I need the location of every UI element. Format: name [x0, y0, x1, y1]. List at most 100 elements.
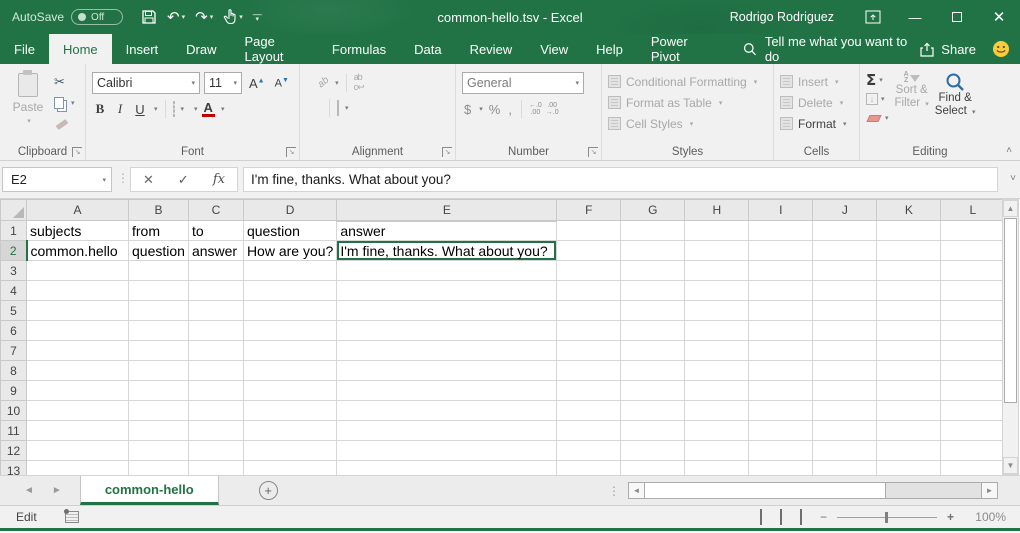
cell-D2[interactable]: How are you? — [243, 241, 336, 261]
row-header-8[interactable]: 8 — [1, 361, 27, 381]
tab-view[interactable]: View — [526, 34, 582, 64]
cell-F1[interactable] — [557, 221, 621, 241]
cell-C11[interactable] — [188, 421, 243, 441]
autosum-dropdown-icon[interactable]: ▾ — [879, 76, 883, 84]
font-name-dropdown-icon[interactable]: ▾ — [191, 79, 195, 87]
autosave-toggle[interactable]: AutoSave Off — [12, 9, 123, 25]
format-painter-button[interactable] — [54, 116, 75, 132]
cell-C9[interactable] — [188, 381, 243, 401]
cell-J13[interactable] — [813, 461, 877, 476]
cut-button[interactable]: ✂ — [54, 74, 75, 90]
clear-button[interactable]: ▾ — [866, 110, 889, 126]
cell-H4[interactable] — [685, 281, 749, 301]
cell-C7[interactable] — [188, 341, 243, 361]
row-header-7[interactable]: 7 — [1, 341, 27, 361]
cell-J7[interactable] — [813, 341, 877, 361]
borders-button[interactable] — [173, 102, 175, 116]
row-header-5[interactable]: 5 — [1, 301, 27, 321]
font-size-dropdown-icon[interactable]: ▾ — [233, 79, 237, 87]
delete-cells-button[interactable]: Delete▾ — [780, 94, 847, 111]
cell-G2[interactable] — [621, 241, 685, 261]
cell-L6[interactable] — [941, 321, 1005, 341]
accounting-dropdown-icon[interactable]: ▾ — [479, 105, 483, 113]
tab-file[interactable]: File — [0, 34, 49, 64]
clipboard-dialog-launcher[interactable]: ↘ — [72, 147, 82, 157]
touch-mode-dropdown-icon[interactable]: ▾ — [239, 13, 243, 21]
cell-F5[interactable] — [557, 301, 621, 321]
cell-K11[interactable] — [877, 421, 941, 441]
cell-K7[interactable] — [877, 341, 941, 361]
increase-decimal-button[interactable]: ←.0.00 — [529, 102, 542, 116]
cell-B2[interactable]: question — [129, 241, 189, 261]
cell-K9[interactable] — [877, 381, 941, 401]
tell-me-box[interactable]: Tell me what you want to do — [743, 34, 919, 64]
tab-scroll-splitter[interactable]: ⋮ — [608, 484, 620, 498]
fill-color-dropdown-icon[interactable]: ▾ — [194, 105, 198, 113]
cell-C4[interactable] — [188, 281, 243, 301]
cell-J8[interactable] — [813, 361, 877, 381]
cell-B8[interactable] — [129, 361, 189, 381]
cell-G7[interactable] — [621, 341, 685, 361]
cell-B11[interactable] — [129, 421, 189, 441]
cell-E6[interactable] — [337, 321, 557, 341]
vertical-scroll-thumb[interactable] — [1004, 218, 1017, 403]
formula-bar-splitter[interactable]: ⋮ — [117, 171, 129, 185]
comma-style-button[interactable]: , — [506, 102, 514, 117]
cell-C2[interactable]: answer — [188, 241, 243, 261]
cell-J3[interactable] — [813, 261, 877, 281]
tab-formulas[interactable]: Formulas — [318, 34, 400, 64]
paste-dropdown-icon[interactable]: ▾ — [27, 117, 31, 125]
cell-I7[interactable] — [749, 341, 813, 361]
cell-E11[interactable] — [337, 421, 557, 441]
cell-A5[interactable] — [27, 301, 129, 321]
cell-A8[interactable] — [27, 361, 129, 381]
tab-draw[interactable]: Draw — [172, 34, 230, 64]
column-header-K[interactable]: K — [877, 200, 941, 221]
tab-home[interactable]: Home — [49, 34, 112, 64]
cell-A1[interactable]: subjects — [27, 221, 129, 241]
cell-B12[interactable] — [129, 441, 189, 461]
paste-button[interactable]: Paste ▾ — [6, 69, 50, 144]
cell-L3[interactable] — [941, 261, 1005, 281]
sort-filter-button[interactable]: AZ Sort & Filter ▾ — [895, 72, 929, 144]
font-name-combo[interactable]: Calibri▾ — [92, 72, 200, 94]
cell-C12[interactable] — [188, 441, 243, 461]
cell-B7[interactable] — [129, 341, 189, 361]
cell-L8[interactable] — [941, 361, 1005, 381]
cell-I9[interactable] — [749, 381, 813, 401]
cell-H9[interactable] — [685, 381, 749, 401]
cell-F7[interactable] — [557, 341, 621, 361]
new-sheet-button[interactable]: + — [259, 481, 278, 500]
cell-C10[interactable] — [188, 401, 243, 421]
cell-H2[interactable] — [685, 241, 749, 261]
collapse-ribbon-button[interactable]: ˄ — [1006, 145, 1012, 156]
cell-A7[interactable] — [27, 341, 129, 361]
name-box[interactable]: E2 ▾ — [2, 167, 112, 192]
cell-J4[interactable] — [813, 281, 877, 301]
cell-I4[interactable] — [749, 281, 813, 301]
column-header-D[interactable]: D — [243, 200, 336, 221]
cell-L12[interactable] — [941, 441, 1005, 461]
select-all-button[interactable] — [1, 200, 27, 221]
cell-L11[interactable] — [941, 421, 1005, 441]
cell-F12[interactable] — [557, 441, 621, 461]
cell-D1[interactable]: question — [243, 221, 336, 241]
cell-F8[interactable] — [557, 361, 621, 381]
column-header-E[interactable]: E — [337, 200, 557, 221]
number-dialog-launcher[interactable]: ↘ — [588, 147, 598, 157]
decrease-font-size-button[interactable]: A▼ — [272, 77, 292, 90]
row-header-11[interactable]: 11 — [1, 421, 27, 441]
underline-button[interactable]: U — [132, 102, 148, 117]
cell-B3[interactable] — [129, 261, 189, 281]
cell-C1[interactable]: to — [188, 221, 243, 241]
number-format-dropdown-icon[interactable]: ▾ — [575, 79, 579, 87]
format-cells-button[interactable]: Format▾ — [780, 115, 847, 132]
cell-I11[interactable] — [749, 421, 813, 441]
cell-E1[interactable]: answer — [337, 221, 557, 241]
cell-A10[interactable] — [27, 401, 129, 421]
cell-L9[interactable] — [941, 381, 1005, 401]
ribbon-display-options-button[interactable] — [852, 0, 894, 34]
cell-G8[interactable] — [621, 361, 685, 381]
cell-K6[interactable] — [877, 321, 941, 341]
tab-insert[interactable]: Insert — [112, 34, 173, 64]
